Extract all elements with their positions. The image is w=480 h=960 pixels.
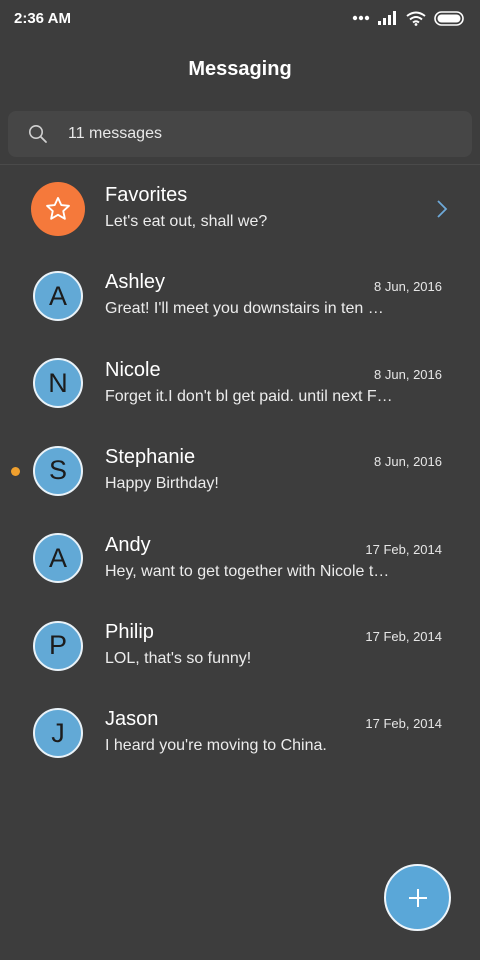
conversation-item[interactable]: S Stephanie 8 Jun, 2016 Happy Birthday! xyxy=(0,427,480,514)
unread-indicator xyxy=(11,466,20,476)
conversation-name: Andy xyxy=(105,533,151,556)
search-input[interactable]: 11 messages xyxy=(68,125,162,143)
avatar: S xyxy=(33,445,83,496)
conversation-date: 17 Feb, 2014 xyxy=(365,716,442,732)
conversation-item[interactable]: J Jason 17 Feb, 2014 I heard you're movi… xyxy=(0,689,480,776)
status-bar: 2:36 AM xyxy=(0,0,480,36)
favorites-avatar xyxy=(31,181,85,236)
avatar: A xyxy=(33,533,83,584)
conversation-date: 8 Jun, 2016 xyxy=(374,366,442,382)
page-title: Messaging xyxy=(188,57,292,80)
status-time: 2:36 AM xyxy=(14,9,71,27)
favorites-item[interactable]: Favorites Let's eat out, shall we? xyxy=(0,165,480,252)
wifi-icon xyxy=(406,11,426,26)
status-icons xyxy=(352,10,466,26)
conversation-preview: Happy Birthday! xyxy=(105,475,219,493)
conversation-item[interactable]: N Nicole 8 Jun, 2016 Forget it.I don't b… xyxy=(0,340,480,427)
search-icon xyxy=(29,125,47,143)
header: Messaging xyxy=(0,46,480,92)
conversation-name: Favorites xyxy=(105,184,188,206)
conversation-preview: Great! I'll meet you downstairs in ten m… xyxy=(105,300,395,318)
star-icon xyxy=(46,196,70,220)
signal-icon xyxy=(378,11,396,25)
avatar: J xyxy=(33,708,83,759)
conversation-preview: Hey, want to get together with Nicole to… xyxy=(105,562,395,580)
conversation-preview: Let's eat out, shall we? xyxy=(105,213,268,230)
more-dots-icon xyxy=(352,15,370,21)
conversation-name: Stephanie xyxy=(105,446,196,469)
conversation-date: 8 Jun, 2016 xyxy=(374,454,442,470)
conversation-preview: I heard you're moving to China. xyxy=(105,737,327,755)
conversation-preview: Forget it.I don't bl get paid. until nex… xyxy=(105,387,395,405)
conversation-name: Ashley xyxy=(105,271,166,294)
battery-icon xyxy=(434,10,464,26)
avatar: P xyxy=(33,620,83,671)
avatar: N xyxy=(33,358,83,409)
conversation-date: 17 Feb, 2014 xyxy=(365,541,442,557)
conversation-item[interactable]: P Philip 17 Feb, 2014 LOL, that's so fun… xyxy=(0,602,480,689)
avatar: A xyxy=(33,271,83,322)
conversation-name: Jason xyxy=(105,708,159,731)
new-message-button[interactable] xyxy=(384,864,451,931)
conversation-preview: LOL, that's so funny! xyxy=(105,649,252,667)
conversation-date: 8 Jun, 2016 xyxy=(374,279,442,295)
conversation-item[interactable]: A Ashley 8 Jun, 2016 Great! I'll meet yo… xyxy=(0,252,480,339)
conversation-name: Philip xyxy=(105,620,154,643)
chevron-right-icon xyxy=(437,200,448,218)
plus-icon xyxy=(408,888,427,907)
conversation-item[interactable]: A Andy 17 Feb, 2014 Hey, want to get tog… xyxy=(0,515,480,602)
conversation-list: Favorites Let's eat out, shall we? A Ash… xyxy=(0,165,480,777)
conversation-date: 17 Feb, 2014 xyxy=(365,628,442,644)
conversation-name: Nicole xyxy=(105,358,161,381)
search-bar[interactable]: 11 messages xyxy=(8,111,472,157)
